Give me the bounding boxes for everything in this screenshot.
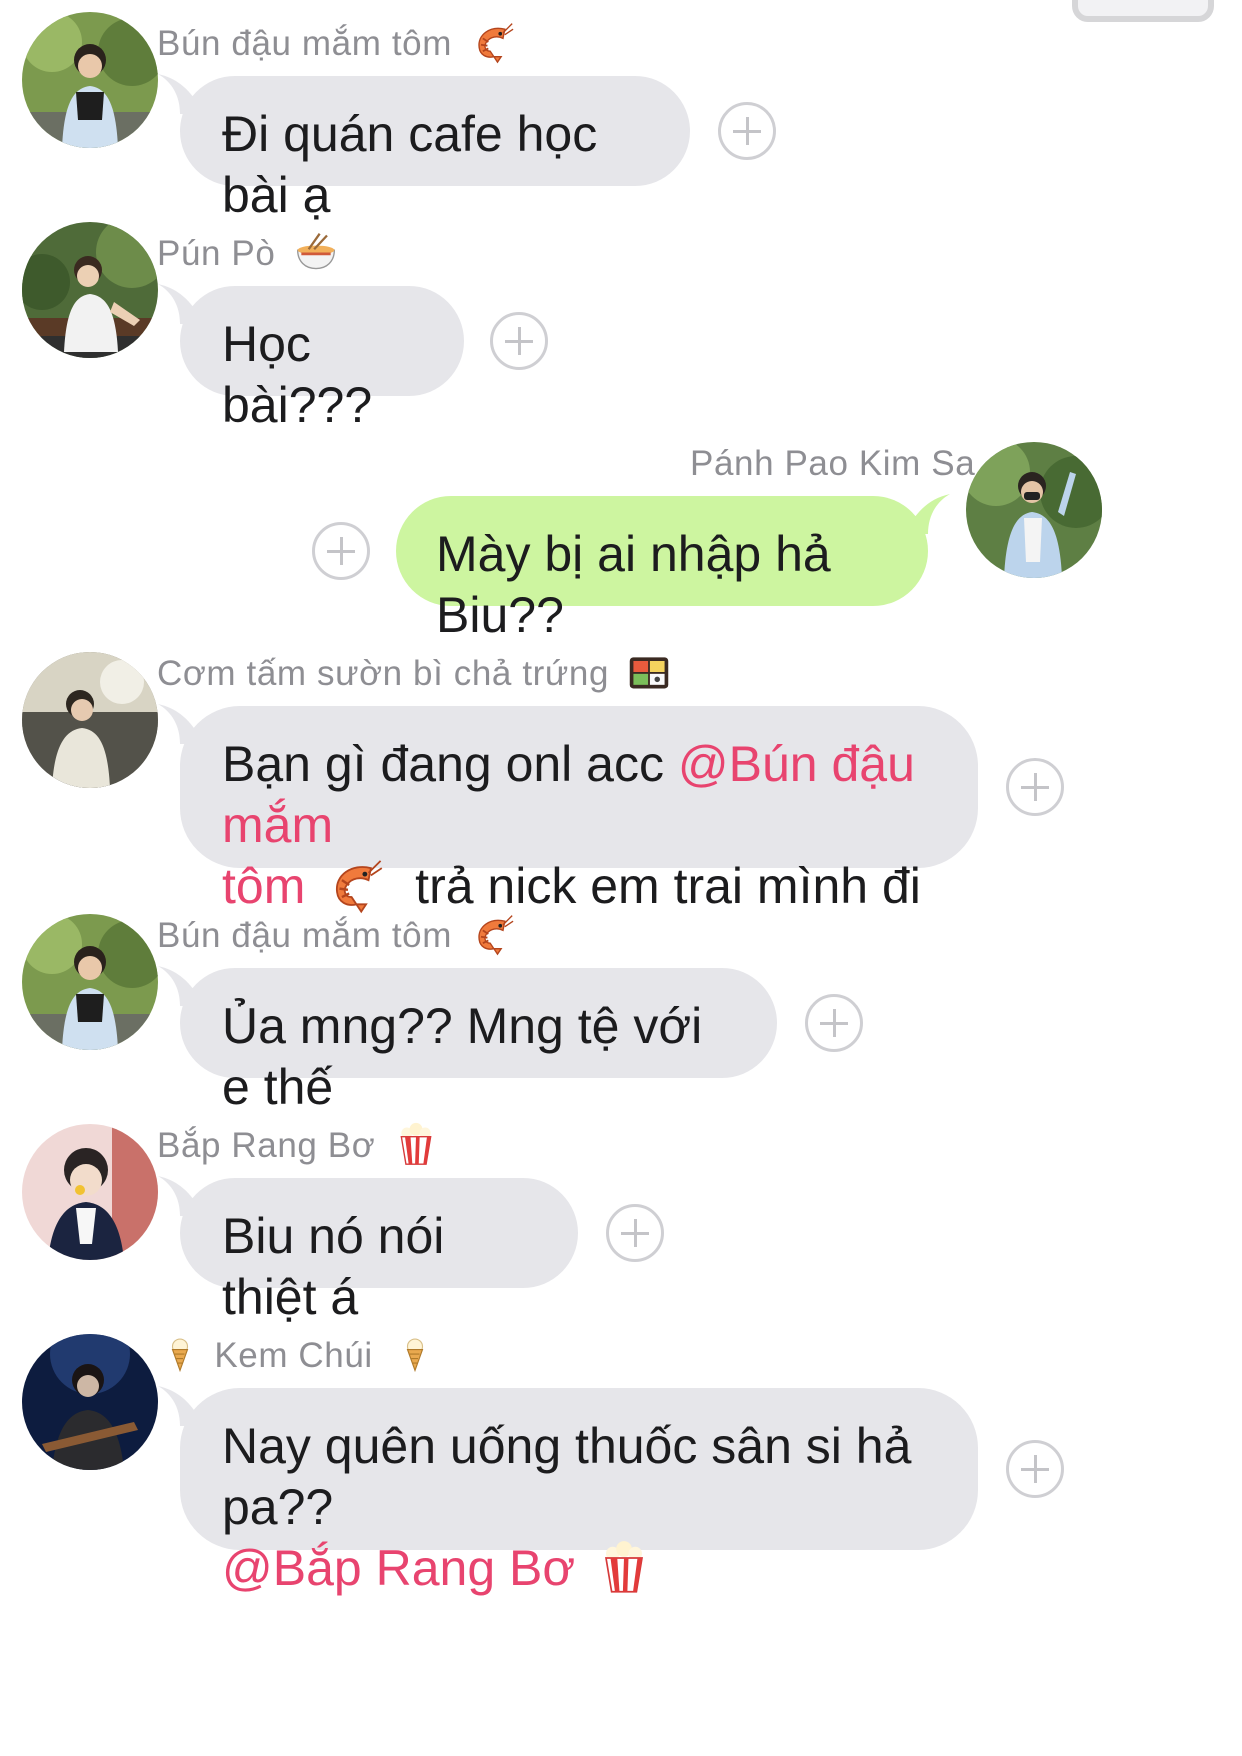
add-reaction-button[interactable] [606, 1204, 664, 1262]
message-text: Nay quên uống thuốc sân si hả pa?? [222, 1418, 912, 1535]
sender-name: Pánh Pao Kim Sa [690, 444, 976, 483]
avatar[interactable] [22, 652, 158, 788]
message-bubble[interactable]: Ủa mng?? Mng tệ với e thế [158, 966, 777, 1115]
message-text: trả nick em trai mình đi [415, 858, 921, 914]
message-bubble[interactable]: Mày bị ai nhập hả Biu?? [396, 494, 950, 643]
message-bubble[interactable]: Học bài??? [158, 284, 464, 433]
sender-name: Bún đậu mắm tôm [157, 916, 514, 956]
add-reaction-button[interactable] [718, 102, 776, 160]
add-reaction-button[interactable] [1006, 758, 1064, 816]
message-text: Mày bị ai nhập hả Biu?? [436, 526, 831, 643]
add-reaction-button[interactable] [805, 994, 863, 1052]
popcorn-icon [394, 1122, 438, 1166]
bento-box-icon [627, 650, 671, 694]
add-reaction-button[interactable] [312, 522, 370, 580]
add-reaction-button[interactable] [490, 312, 548, 370]
avatar[interactable] [22, 12, 158, 148]
avatar[interactable] [22, 914, 158, 1050]
sender-name: Kem Chúi [162, 1336, 433, 1376]
add-reaction-button[interactable] [1006, 1440, 1064, 1498]
message-text: Học bài??? [222, 316, 373, 433]
ice-cream-icon [397, 1332, 433, 1376]
sender-name: Bắp Rang Bơ [157, 1126, 438, 1166]
message-text: Bạn gì đang onl acc [222, 736, 678, 792]
ice-cream-icon [162, 1332, 198, 1376]
sender-name: Pún Pò [157, 234, 338, 274]
avatar[interactable] [22, 1124, 158, 1260]
message-bubble[interactable]: Bạn gì đang onl acc @Bún đậu mắm tôm trả… [158, 704, 978, 914]
popcorn-icon [597, 1538, 651, 1596]
mention-link[interactable]: tôm [222, 858, 305, 914]
shrimp-icon [470, 20, 514, 64]
shrimp-icon [470, 912, 514, 956]
sender-name: Cơm tấm sườn bì chả trứng [157, 654, 671, 694]
noodle-bowl-icon [294, 230, 338, 274]
sender-name: Bún đậu mắm tôm [157, 24, 514, 64]
top-status-pill [1072, 0, 1214, 22]
avatar[interactable] [966, 442, 1102, 578]
avatar[interactable] [22, 1334, 158, 1470]
shrimp-icon [325, 856, 383, 914]
mention-link[interactable]: @Bắp Rang Bơ [222, 1540, 575, 1596]
message-text: Ủa mng?? Mng tệ với e thế [222, 998, 703, 1115]
message-text: Đi quán cafe học bài ạ [222, 106, 598, 223]
message-bubble[interactable]: Đi quán cafe học bài ạ [158, 74, 690, 223]
message-text: Biu nó nói thiệt á [222, 1208, 445, 1325]
avatar[interactable] [22, 222, 158, 358]
message-bubble[interactable]: Nay quên uống thuốc sân si hả pa?? @Bắp … [158, 1386, 978, 1596]
message-bubble[interactable]: Biu nó nói thiệt á [158, 1176, 578, 1325]
